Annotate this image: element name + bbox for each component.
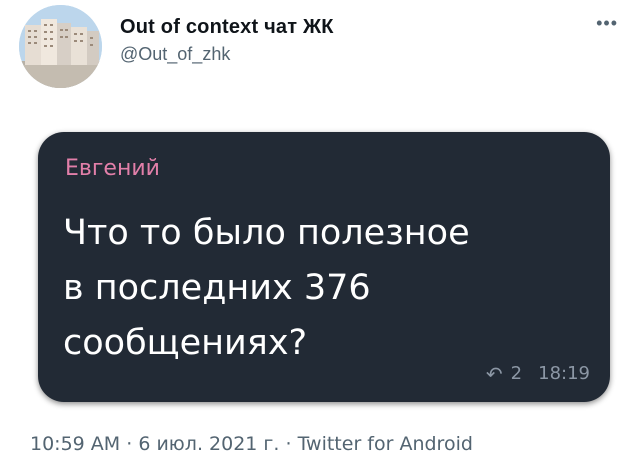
message-card: Евгений Что то было полезное в последних… xyxy=(38,132,610,402)
tweet-header: Out of context чат ЖК @Out_of_zhk ••• xyxy=(0,0,640,110)
reply-count: 2 xyxy=(510,363,523,384)
tweet-time[interactable]: 10:59 AM xyxy=(30,433,120,455)
message-line: в последних 376 xyxy=(63,268,371,308)
message-line: Что то было полезное xyxy=(63,213,470,253)
author-handle[interactable]: @Out_of_zhk xyxy=(120,43,334,65)
author-names: Out of context чат ЖК @Out_of_zhk xyxy=(120,15,334,65)
footer-separator: · xyxy=(285,433,292,455)
tweet-footer: 10:59 AM · 6 июл. 2021 г. · Twitter for … xyxy=(30,433,473,455)
footer-separator: · xyxy=(126,433,133,455)
author-avatar[interactable] xyxy=(19,5,102,88)
message-sender: Евгений xyxy=(65,156,160,181)
tweet-date[interactable]: 6 июл. 2021 г. xyxy=(138,433,279,455)
building-avatar-icon xyxy=(19,5,102,88)
author-display-name[interactable]: Out of context чат ЖК xyxy=(120,15,334,39)
message-time: 18:19 xyxy=(538,363,590,384)
tweet-source[interactable]: Twitter for Android xyxy=(298,433,473,455)
message-meta: ↶ 2 18:19 xyxy=(486,363,590,384)
more-icon[interactable]: ••• xyxy=(596,14,618,32)
message-text: Что то было полезное в последних 376 соо… xyxy=(63,206,583,371)
reply-icon: ↶ xyxy=(485,361,503,386)
